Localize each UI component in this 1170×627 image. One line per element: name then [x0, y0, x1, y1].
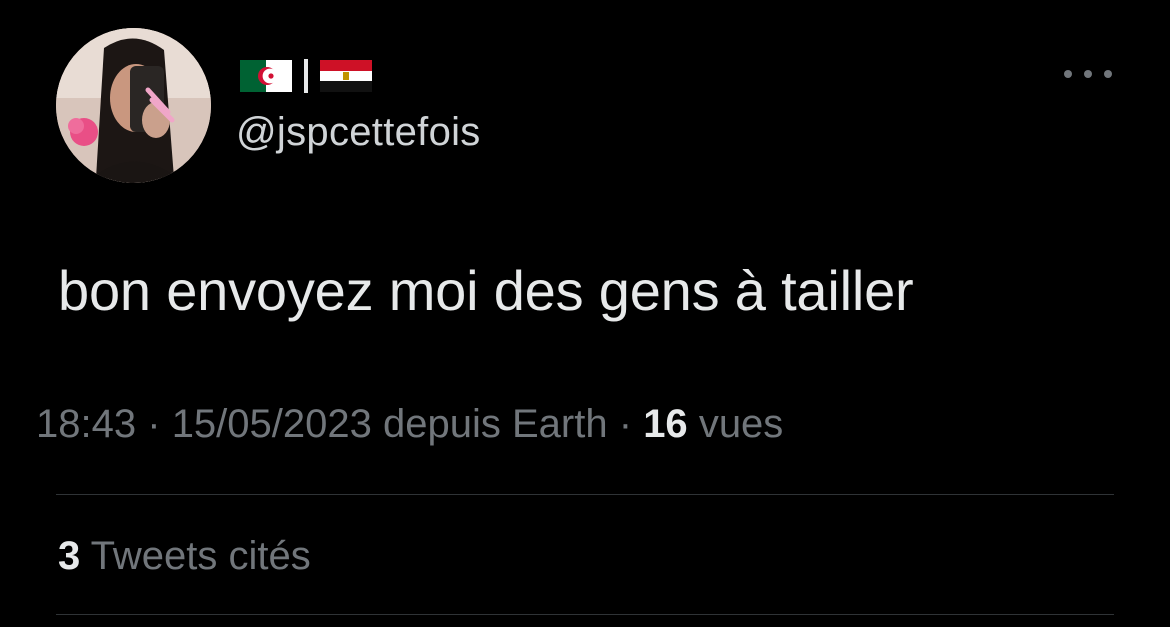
- more-options-button[interactable]: [1064, 62, 1112, 86]
- quote-tweets-count: 3: [58, 534, 81, 578]
- quote-tweets-label: Tweets cités: [90, 534, 311, 578]
- tweet-source: depuis Earth: [383, 402, 608, 446]
- meta-separator: ·: [618, 402, 633, 446]
- more-dot-icon: [1104, 70, 1112, 78]
- divider: [56, 494, 1114, 495]
- algeria-flag-icon: [240, 60, 292, 92]
- avatar[interactable]: [56, 28, 211, 183]
- display-name[interactable]: [240, 56, 372, 96]
- views-label: vues: [698, 402, 784, 446]
- avatar-image: [56, 28, 211, 183]
- tweet-meta: 18:43 · 15/05/2023 depuis Earth · 16 vue…: [36, 402, 783, 447]
- name-separator: [304, 59, 308, 93]
- tweet-text: bon envoyez moi des gens à tailler: [58, 259, 914, 322]
- more-dot-icon: [1064, 70, 1072, 78]
- quote-tweets-link[interactable]: 3 Tweets cités: [58, 534, 311, 579]
- tweet-date[interactable]: 15/05/2023: [172, 402, 372, 446]
- divider: [56, 614, 1114, 615]
- egypt-flag-icon: [320, 60, 372, 92]
- more-dot-icon: [1084, 70, 1092, 78]
- tweet-time[interactable]: 18:43: [36, 402, 136, 446]
- views-count: 16: [643, 402, 688, 446]
- user-handle[interactable]: @jspcettefois: [236, 110, 481, 155]
- meta-separator: ·: [147, 402, 161, 446]
